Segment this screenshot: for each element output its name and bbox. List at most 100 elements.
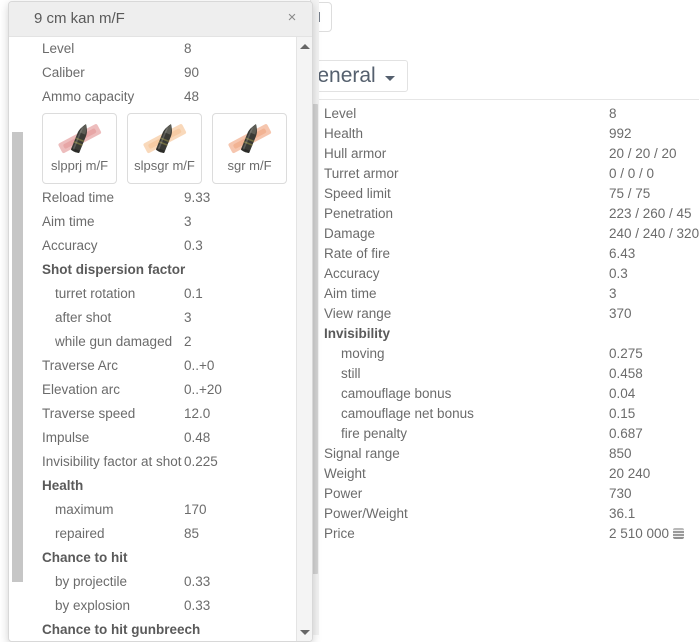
stat-value: 0.3 (609, 266, 628, 281)
stat-value: 6.43 (609, 246, 636, 261)
stat-value: 90 (184, 65, 200, 80)
stat-row: Chance to hit gunbreech (9, 618, 298, 641)
stat-row: Impulse 0.48 (9, 426, 298, 450)
stat-row: Penetration 223 / 260 / 45 (318, 204, 699, 224)
shell-he-icon (220, 119, 280, 159)
stat-value: 36.1 (609, 506, 636, 521)
stat-value: 370 (609, 306, 632, 321)
stat-label: Level (42, 41, 75, 56)
stat-value: 0.04 (609, 386, 636, 401)
stat-label: Speed limit (324, 186, 391, 201)
stat-row: camouflage net bonus 0.15 (318, 404, 699, 424)
stat-label: Accuracy (324, 266, 380, 281)
gun-details-dialog: 9 cm kan m/F × Level 8 Caliber 90 Ammo capac… (8, 1, 313, 642)
stat-label: Chance to hit gunbreech (42, 622, 201, 637)
scroll-up-arrow-icon[interactable] (300, 39, 310, 53)
stat-label: by explosion (55, 598, 131, 613)
stat-label: Weight (324, 466, 366, 481)
dialog-header: 9 cm kan m/F × (9, 2, 312, 37)
ammo-shell-label: slpsgr m/F (134, 158, 195, 173)
stat-row: moving 0.275 (318, 344, 699, 364)
stat-value: 48 (184, 89, 200, 104)
dialog-scrollbar-thumb[interactable] (12, 132, 23, 582)
stat-row: by explosion 0.33 (9, 594, 298, 618)
stat-label: by projectile (55, 574, 128, 589)
ammo-shell-list: slpprj m/F slpsgr m/F sgr m/F (42, 113, 312, 184)
close-icon[interactable]: × (283, 9, 301, 27)
stat-value: 75 / 75 (609, 186, 651, 201)
stat-row: Turret armor 0 / 0 / 0 (318, 164, 699, 184)
ammo-shell-tile[interactable]: slpsgr m/F (127, 113, 202, 184)
stat-label: Impulse (42, 430, 90, 445)
stat-row: Shot dispersion factor (9, 258, 298, 282)
stat-label: Accuracy (42, 238, 98, 253)
stat-row: Elevation arc 0..+20 (9, 378, 298, 402)
ammo-shell-tile[interactable]: slpprj m/F (42, 113, 117, 184)
stat-row: Level 8 (318, 104, 699, 124)
stat-label: repaired (55, 526, 105, 541)
ammo-shell-tile[interactable]: sgr m/F (212, 113, 287, 184)
stat-value: 0.3 (184, 238, 203, 253)
stat-label: Damage (324, 226, 376, 241)
stat-label: camouflage bonus (341, 386, 452, 401)
stat-row: Accuracy 0.3 (318, 264, 699, 284)
stat-value: 0.15 (609, 406, 636, 421)
stat-row: turret rotation 0.1 (9, 282, 298, 306)
stat-value: 3 (184, 310, 192, 325)
stat-row: Price 2 510 000 (318, 524, 699, 544)
stat-row: Health (9, 474, 298, 498)
stat-row: Traverse speed 12.0 (9, 402, 298, 426)
dialog-scrollbar-track[interactable] (296, 37, 312, 641)
stat-row: View range 370 (318, 304, 699, 324)
stat-label: Aim time (324, 286, 377, 301)
stat-row: Caliber 90 (9, 61, 298, 85)
stat-value: 992 (609, 126, 632, 141)
stat-label: Signal range (324, 446, 400, 461)
stat-value: 0.225 (184, 454, 218, 469)
stat-label: after shot (55, 310, 112, 325)
stat-label: turret rotation (55, 286, 136, 301)
stat-value: 0.458 (609, 366, 643, 381)
stat-row: Aim time 3 (318, 284, 699, 304)
stat-label: Caliber (42, 65, 85, 80)
stat-value: 850 (609, 446, 632, 461)
stat-label: Aim time (42, 214, 95, 229)
chevron-down-icon (384, 75, 395, 81)
stat-label: Rate of fire (324, 246, 391, 261)
stat-label: Chance to hit (42, 550, 128, 565)
stat-row: Power/Weight 36.1 (318, 504, 699, 524)
stat-label: Turret armor (324, 166, 399, 181)
stat-label: still (341, 366, 361, 381)
scroll-down-arrow-icon[interactable] (300, 625, 310, 639)
stat-row: Damage 240 / 240 / 320 (318, 224, 699, 244)
shell-ap-icon (50, 119, 110, 159)
stat-value: 223 / 260 / 45 (609, 206, 692, 221)
stat-value: 9.33 (184, 190, 211, 205)
ammo-shell-label: slpprj m/F (50, 158, 109, 173)
stat-row: repaired 85 (9, 522, 298, 546)
stat-value: 2 (184, 334, 192, 349)
stat-row: Invisibility factor at shot 0.225 (9, 450, 298, 474)
stat-label: Health (324, 126, 364, 141)
stat-value: 0.33 (184, 598, 211, 613)
stat-value: 0.687 (609, 426, 643, 441)
stat-label: Hull armor (324, 146, 387, 161)
stat-row: Accuracy 0.3 (9, 234, 298, 258)
stat-row: by projectile 0.33 (9, 570, 298, 594)
stat-value: 20 240 (609, 466, 651, 481)
stat-label: Power (324, 486, 363, 501)
stat-row: Traverse Arc 0..+0 (9, 354, 298, 378)
credits-coin-icon (673, 528, 685, 539)
stat-row: while gun damaged 2 (9, 330, 298, 354)
dialog-stats-top: Level 8 Caliber 90 Ammo capacity 48 (9, 37, 298, 109)
stat-label: Traverse speed (42, 406, 136, 421)
stat-row: Invisibility (318, 324, 699, 344)
stat-row: Weight 20 240 (318, 464, 699, 484)
stat-label: Power/Weight (324, 506, 408, 521)
stat-label: Elevation arc (42, 382, 121, 397)
stat-value: 8 (609, 106, 617, 121)
stat-value: 0..+20 (184, 382, 222, 397)
stat-row: Signal range 850 (318, 444, 699, 464)
stat-label: Penetration (324, 206, 394, 221)
dialog-stats-rest: Reload time 9.33 Aim time 3 Accuracy 0.3 Shot … (9, 186, 298, 641)
